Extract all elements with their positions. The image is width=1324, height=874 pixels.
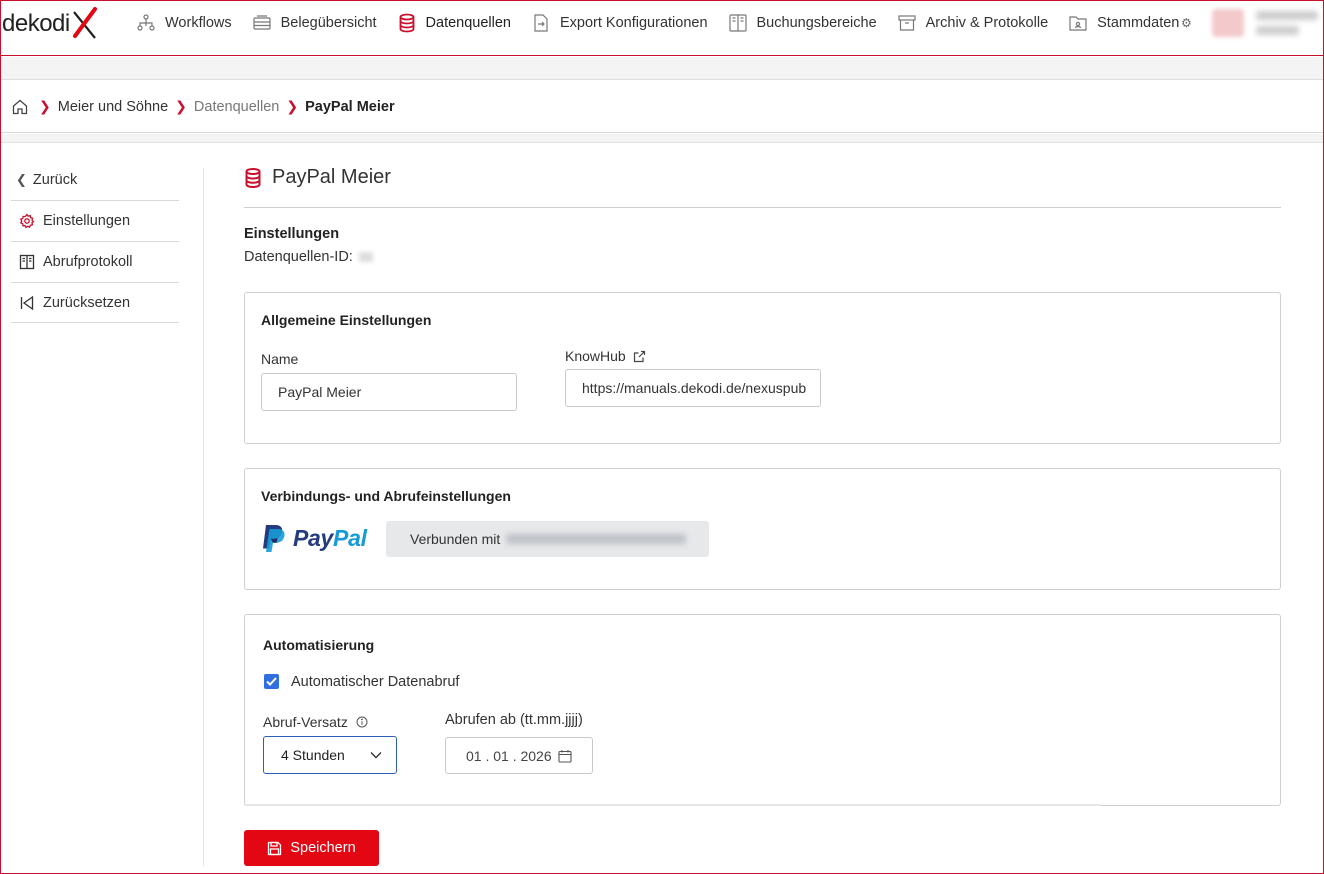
nav-menu: Workflows Belegübersicht Datenquellen Ex… <box>136 0 1199 46</box>
paypal-p-icon <box>263 525 285 552</box>
connection-settings-card: Verbindungs- und Abrufeinstellungen PayP… <box>244 468 1281 590</box>
nav-label: Export Konfigurationen <box>560 15 708 31</box>
date-value: 01 . 01 . 2026 <box>466 747 552 764</box>
page-title-text: PayPal Meier <box>272 166 391 188</box>
chevron-down-icon <box>370 752 382 759</box>
auto-fetch-checkbox[interactable] <box>264 674 279 689</box>
breadcrumb-item-datasources[interactable]: Datenquellen <box>194 99 279 115</box>
breadcrumb: ❯ Meier und Söhne ❯ Datenquellen ❯ PayPa… <box>0 81 1324 133</box>
chevron-left-icon: ❮ <box>16 172 27 187</box>
sidebar: ❮ Zurück Einstellungen Abrufprotokoll Zu… <box>11 160 179 323</box>
external-link-icon[interactable] <box>633 350 646 363</box>
database-icon <box>397 13 417 33</box>
knowhub-url-input[interactable]: https://manuals.dekodi.de/nexuspub <box>565 369 821 407</box>
chevron-right-icon: ❯ <box>175 98 187 114</box>
paypal-wordmark: PayPal <box>293 525 367 552</box>
nav-label: Datenquellen <box>425 15 511 31</box>
sidebar-item-fetch-log[interactable]: Abrufprotokoll <box>11 241 179 282</box>
automation-card: Automatisierung Automatischer Datenabruf… <box>244 614 1281 806</box>
log-icon <box>19 254 35 270</box>
nav-label: Belegübersicht <box>280 15 377 31</box>
sidebar-label: Zurücksetzen <box>43 294 131 311</box>
export-icon <box>531 13 551 33</box>
save-label: Speichern <box>290 840 356 856</box>
home-icon[interactable] <box>11 98 29 116</box>
paypal-word-pal: Pal <box>333 525 367 551</box>
nav-item-workflows[interactable]: Workflows <box>136 13 232 33</box>
nav-item-datasources[interactable]: Datenquellen <box>397 13 511 33</box>
nav-item-archive[interactable]: Archiv & Protokolle <box>897 13 1049 33</box>
calendar-icon[interactable] <box>558 749 572 763</box>
interval-label-text: Abruf-Versatz <box>263 714 348 730</box>
nav-item-export[interactable]: Export Konfigurationen <box>531 13 708 33</box>
folder-icon <box>1068 13 1088 33</box>
card-heading: Verbindungs- und Abrufeinstellungen <box>261 488 511 504</box>
chevron-right-icon: ❯ <box>286 98 299 114</box>
name-input[interactable]: PayPal Meier <box>261 373 517 411</box>
user-info-blurred[interactable] <box>1256 8 1318 40</box>
card-heading: Automatisierung <box>263 637 375 653</box>
dekodi-logo[interactable]: dekodi <box>2 6 99 42</box>
nav-label: Workflows <box>165 15 232 31</box>
sidebar-item-settings[interactable]: Einstellungen <box>11 200 179 241</box>
interval-label: Abruf-Versatz <box>263 714 368 730</box>
fetch-from-label: Abrufen ab (tt.mm.jjjj) <box>445 712 583 728</box>
nav-item-receipts[interactable]: Belegübersicht <box>252 13 377 33</box>
connected-label: Verbunden mit <box>410 531 501 547</box>
sidebar-label: Einstellungen <box>43 213 131 229</box>
name-label: Name <box>261 351 299 367</box>
section-heading: Einstellungen <box>244 226 340 242</box>
checkmark-icon <box>266 677 277 686</box>
toolbar-band <box>1 57 1323 80</box>
fetch-from-date-input[interactable]: 01 . 01 . 2026 <box>445 737 593 774</box>
interval-select[interactable]: 4 Stunden <box>263 736 397 774</box>
nav-item-booking-areas[interactable]: Buchungsbereiche <box>728 13 877 33</box>
top-navigation: dekodi Workflows Belegübersicht Datenque… <box>0 0 1324 56</box>
paypal-word-pay: Pay <box>293 525 334 551</box>
reset-icon <box>19 295 35 311</box>
nav-label: Buchungsbereiche <box>756 15 877 31</box>
info-icon[interactable] <box>356 716 368 728</box>
workflow-icon <box>136 13 156 33</box>
datasource-id: Datenquellen-ID: <box>244 249 373 265</box>
interval-selected-value: 4 Stunden <box>281 747 345 763</box>
gear-icon <box>19 213 35 229</box>
chevron-right-icon: ❯ <box>39 98 51 114</box>
settings-gear-icon[interactable]: ⚙ <box>1181 16 1195 30</box>
breadcrumb-band <box>1 134 1323 143</box>
logo-x-icon <box>72 7 97 39</box>
datasource-id-label: Datenquellen-ID: <box>244 249 353 265</box>
connected-account-blurred <box>506 534 687 544</box>
datasource-id-value-blurred <box>358 252 373 262</box>
connected-status-button[interactable]: Verbunden mit <box>386 521 709 557</box>
archive-icon <box>897 13 917 33</box>
back-link[interactable]: ❮ Zurück <box>11 160 179 200</box>
card-heading: Allgemeine Einstellungen <box>261 312 432 328</box>
user-avatar[interactable] <box>1212 9 1244 37</box>
save-button[interactable]: Speichern <box>244 830 379 866</box>
nav-label: Archiv & Protokolle <box>925 15 1049 31</box>
knowhub-label-text: KnowHub <box>565 348 626 364</box>
sidebar-item-reset[interactable]: Zurücksetzen <box>11 282 179 323</box>
title-divider <box>244 207 1281 208</box>
nav-item-master-data[interactable]: Stammdaten <box>1068 13 1179 33</box>
page-title: PayPal Meier <box>244 166 391 189</box>
receipts-icon <box>252 13 272 33</box>
nav-label: Stammdaten <box>1097 15 1180 31</box>
paypal-logo: PayPal <box>262 524 367 553</box>
database-icon <box>245 167 261 188</box>
breadcrumb-item-current: PayPal Meier <box>305 98 395 115</box>
auto-fetch-label[interactable]: Automatischer Datenabruf <box>291 674 459 690</box>
logo-text: dekodi <box>2 10 70 37</box>
sidebar-divider <box>203 168 204 866</box>
horizontal-scrollbar[interactable] <box>245 804 1101 806</box>
general-settings-card: Allgemeine Einstellungen Name PayPal Mei… <box>244 292 1281 444</box>
floppy-disk-icon <box>267 841 282 856</box>
back-label: Zurück <box>32 172 78 188</box>
knowhub-label: KnowHub <box>565 348 646 364</box>
sidebar-label: Abrufprotokoll <box>43 254 133 270</box>
columns-icon <box>728 13 748 33</box>
breadcrumb-item-company[interactable]: Meier und Söhne <box>58 99 168 115</box>
